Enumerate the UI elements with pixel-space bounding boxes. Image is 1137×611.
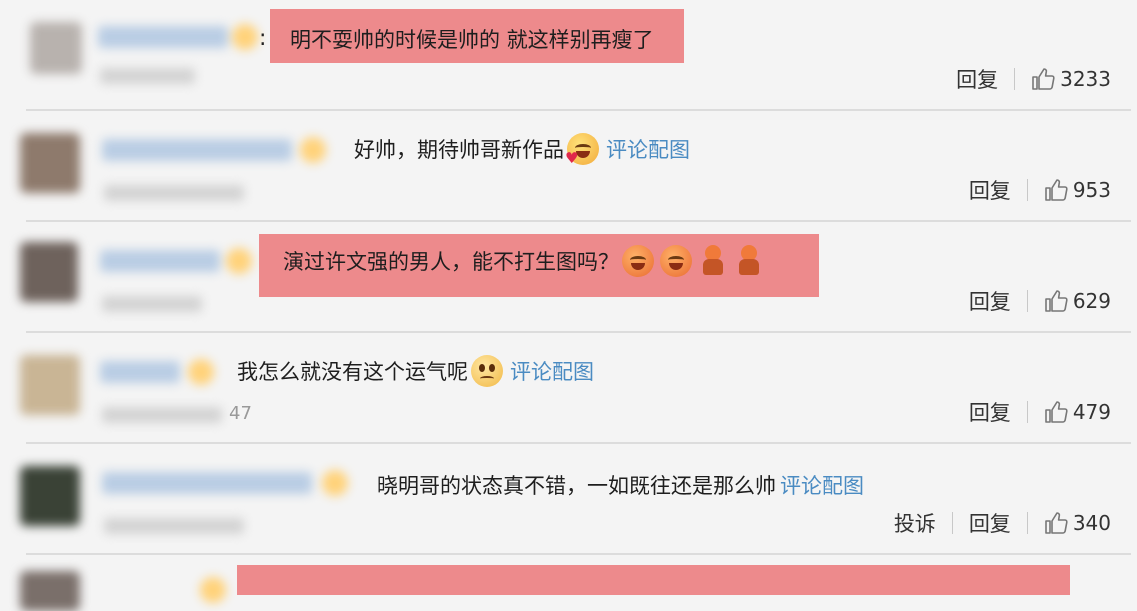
comment-item: 晓明哥的状态真不错，一如既往还是那么帅 评论配图 投诉 回复 340	[0, 444, 1137, 555]
comment-text: 好帅，期待帅哥新作品 ♥ 评论配图	[354, 133, 690, 166]
like-count: 629	[1072, 289, 1111, 313]
vip-badge-icon	[300, 137, 326, 163]
avatar[interactable]	[30, 22, 82, 74]
comment-actions: 回复 953	[969, 175, 1111, 205]
avatar[interactable]	[20, 571, 80, 611]
action-divider	[1026, 401, 1028, 423]
comment-image-link[interactable]: 评论配图	[510, 356, 594, 386]
report-button[interactable]: 投诉	[894, 508, 936, 538]
comment-actions: 回复 629	[969, 286, 1111, 316]
username[interactable]	[100, 250, 220, 272]
thumbs-up-icon[interactable]	[1044, 511, 1068, 535]
action-divider	[951, 512, 953, 534]
comment-body: 明不耍帅的时候是帅的 就这样别再瘦了	[290, 28, 654, 52]
like-count: 340	[1072, 511, 1111, 535]
doll-figure-emoji-icon	[702, 245, 724, 277]
comment-body: 好帅，期待帅哥新作品	[354, 138, 564, 162]
action-divider	[1026, 179, 1028, 201]
comment-meta	[102, 407, 222, 423]
avatar[interactable]	[20, 355, 80, 415]
avatar[interactable]	[20, 466, 80, 526]
comment-body: 我怎么就没有这个运气呢	[237, 360, 468, 384]
comment-text: 明不耍帅的时候是帅的 就这样别再瘦了	[290, 24, 654, 54]
vip-badge-icon	[200, 577, 226, 603]
comment-meta	[102, 296, 202, 312]
comment-time: 47	[229, 403, 252, 424]
comment-actions: 投诉 回复 340	[894, 508, 1111, 538]
username[interactable]	[100, 361, 180, 383]
laugh-cry-emoji-icon	[660, 245, 692, 277]
comment-item	[0, 555, 1137, 611]
action-divider	[1026, 290, 1028, 312]
vip-badge-icon	[226, 248, 252, 274]
comment-body: 晓明哥的状态真不错，一如既往还是那么帅	[377, 474, 776, 498]
comment-item: 演过许文强的男人，能不打生图吗？ 回复 629	[0, 222, 1137, 333]
reply-button[interactable]: 回复	[969, 286, 1011, 316]
comment-item: : 明不耍帅的时候是帅的 就这样别再瘦了 回复 3233	[0, 0, 1137, 111]
blurred-user-info	[14, 341, 230, 431]
reply-button[interactable]: 回复	[969, 508, 1011, 538]
laugh-cry-emoji-icon	[622, 245, 654, 277]
thumbs-up-icon[interactable]	[1044, 400, 1068, 424]
action-divider	[1026, 512, 1028, 534]
username[interactable]	[98, 26, 228, 48]
comment-actions: 回复 479	[969, 397, 1111, 427]
like-count: 953	[1072, 178, 1111, 202]
comment-image-link[interactable]: 评论配图	[606, 134, 690, 164]
vip-badge-icon	[322, 470, 348, 496]
comment-meta	[104, 185, 244, 201]
blurred-user-info	[14, 230, 264, 320]
highlight-box	[237, 565, 1070, 595]
reply-button[interactable]: 回复	[956, 64, 998, 94]
like-count: 3233	[1060, 67, 1111, 91]
vip-badge-icon	[188, 359, 214, 385]
comment-meta	[100, 68, 195, 84]
comment-text: 演过许文强的男人，能不打生图吗？	[283, 245, 767, 277]
like-count: 479	[1072, 400, 1111, 424]
comment-text: 晓明哥的状态真不错，一如既往还是那么帅 评论配图	[377, 470, 864, 500]
thumbs-up-icon[interactable]	[1044, 178, 1068, 202]
username[interactable]	[102, 139, 292, 161]
comment-body: 演过许文强的男人，能不打生图吗？	[283, 250, 619, 274]
thumbs-up-icon[interactable]	[1044, 289, 1068, 313]
blurred-user-info	[14, 119, 334, 209]
avatar[interactable]	[20, 242, 78, 302]
action-divider	[1014, 68, 1016, 90]
avatar[interactable]	[20, 133, 80, 193]
pleading-emoji-icon	[471, 355, 503, 387]
comment-image-link[interactable]: 评论配图	[780, 470, 864, 500]
smile-blush-emoji-icon: ♥	[565, 133, 599, 166]
comment-item: 47 我怎么就没有这个运气呢 评论配图 回复 479	[0, 333, 1137, 444]
reply-button[interactable]: 回复	[969, 397, 1011, 427]
blurred-user-info	[26, 16, 266, 96]
comment-actions: 回复 3233	[956, 64, 1111, 94]
reply-button[interactable]: 回复	[969, 175, 1011, 205]
username-colon: :	[259, 26, 267, 51]
comment-item: 好帅，期待帅哥新作品 ♥ 评论配图 回复 953	[0, 111, 1137, 222]
thumbs-up-icon[interactable]	[1031, 67, 1055, 91]
blurred-user-info	[14, 452, 359, 542]
username[interactable]	[102, 472, 312, 494]
comment-meta	[104, 518, 244, 534]
comment-text: 我怎么就没有这个运气呢 评论配图	[237, 355, 594, 387]
blurred-user-info	[14, 563, 244, 611]
vip-badge-icon	[232, 24, 258, 50]
doll-figure-emoji-icon	[738, 245, 760, 277]
